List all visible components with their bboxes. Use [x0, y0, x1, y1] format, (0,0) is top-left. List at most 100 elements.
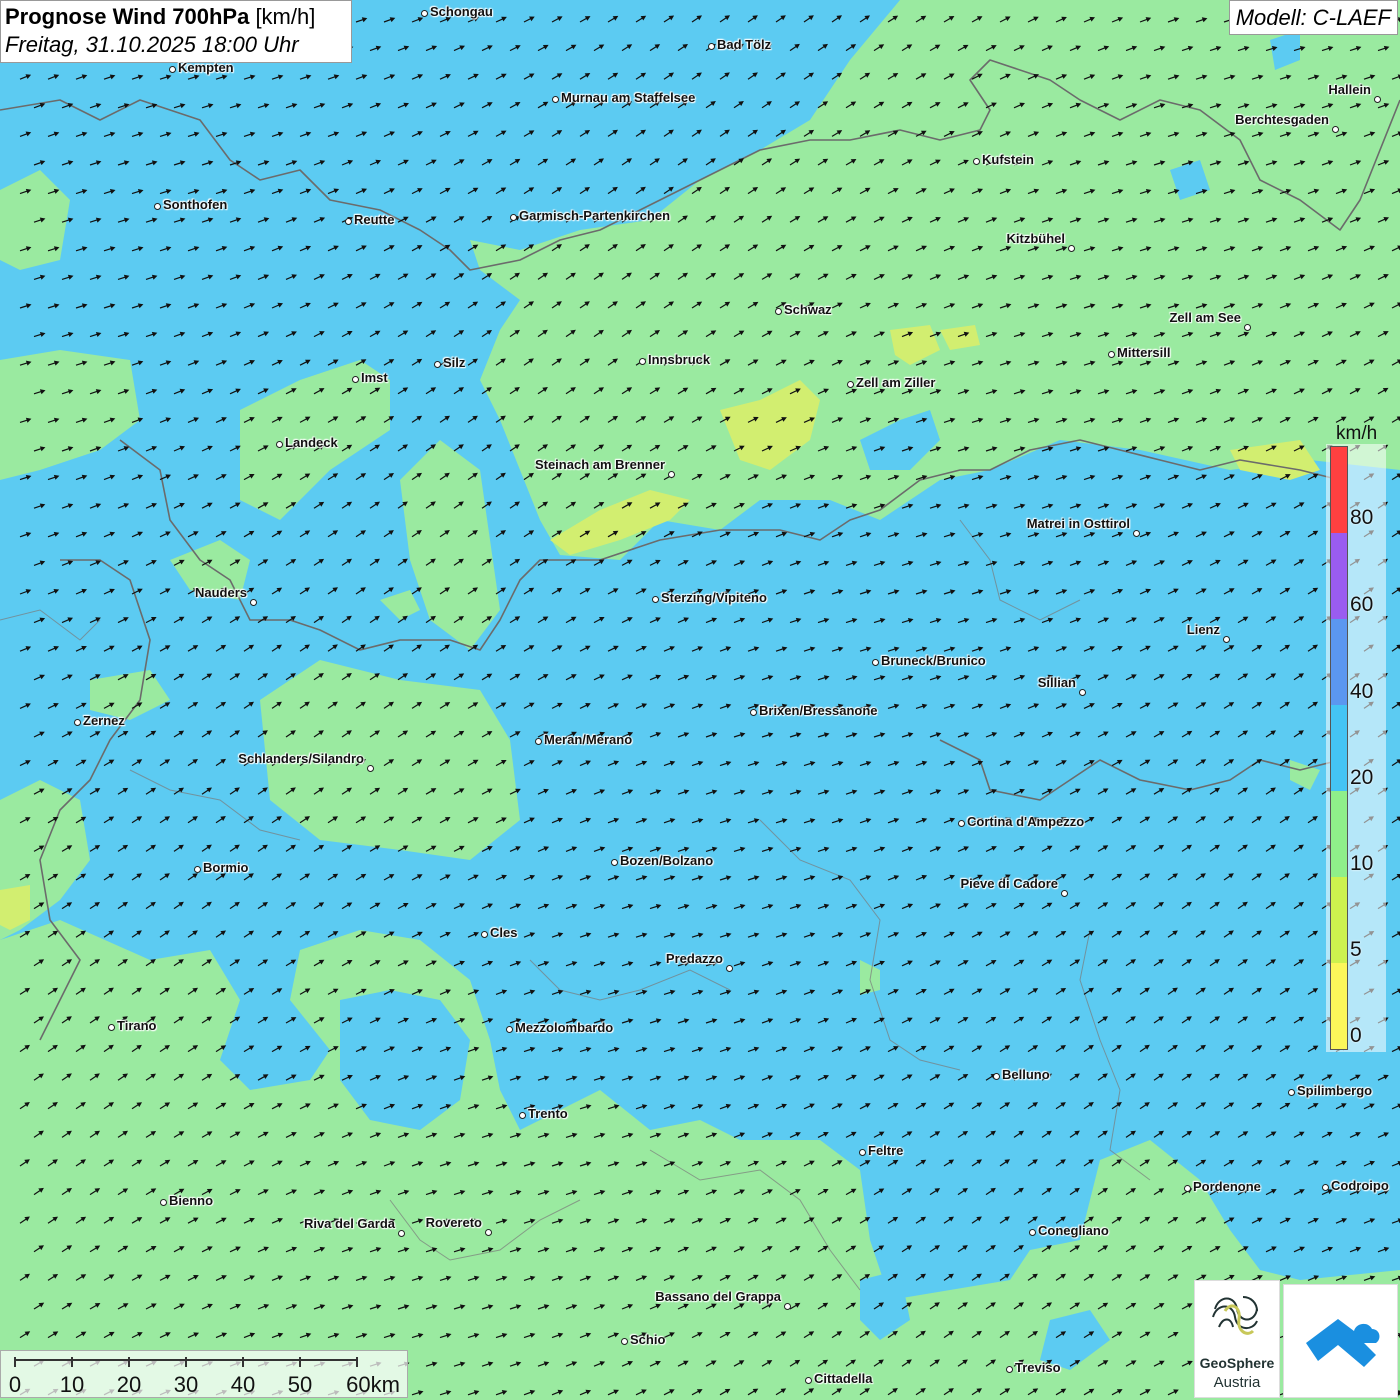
- city-label: Sonthofen: [163, 197, 228, 212]
- city-label: Feltre: [868, 1143, 904, 1158]
- city-label: Schio: [630, 1332, 666, 1347]
- geosphere-country: Austria: [1213, 1374, 1261, 1391]
- scale-label: 20: [116, 1372, 142, 1397]
- legend-segment: [1331, 533, 1347, 619]
- city-label: Kitzbühel: [1006, 231, 1066, 246]
- city-marker: [667, 470, 675, 478]
- map-title-unit: [km/h]: [255, 4, 316, 29]
- city-label: Landeck: [285, 435, 338, 450]
- city-label: Meran/Merano: [544, 732, 633, 747]
- city-marker: [725, 964, 733, 972]
- city-label: Garmisch-Partenkirchen: [519, 208, 671, 223]
- city-marker: [153, 202, 161, 210]
- city-label: Silz: [443, 355, 466, 370]
- city-marker: [509, 213, 517, 221]
- city-label: Bassano del Grappa: [655, 1289, 781, 1304]
- city-label: Pordenone: [1193, 1179, 1261, 1194]
- city-marker: [351, 375, 359, 383]
- city-marker: [1107, 350, 1115, 358]
- legend-segment: [1331, 447, 1347, 533]
- city-label: Belluno: [1002, 1067, 1050, 1082]
- city-marker: [1028, 1228, 1036, 1236]
- city-label: Sillian: [1037, 675, 1076, 690]
- city-marker: [783, 1302, 791, 1310]
- city-label: Zernez: [83, 713, 125, 728]
- city-marker: [366, 764, 374, 772]
- city-label: Pieve di Cadore: [960, 876, 1058, 891]
- scale-label: 10: [59, 1372, 85, 1397]
- scale-tick: [128, 1357, 130, 1367]
- city-marker: [858, 1148, 866, 1156]
- city-label: Bormio: [203, 860, 249, 875]
- legend-label: 5: [1350, 938, 1362, 961]
- city-label: Codroipo: [1331, 1178, 1389, 1193]
- scale-label: 30: [173, 1372, 199, 1397]
- geosphere-name: GeoSphere: [1199, 1355, 1275, 1371]
- city-marker: [344, 217, 352, 225]
- city-label: Berchtesgaden: [1235, 112, 1329, 127]
- scale-tick: [185, 1357, 187, 1367]
- city-label: Mittersill: [1117, 345, 1171, 360]
- city-label: Bad Tölz: [717, 37, 772, 52]
- city-marker: [620, 1337, 628, 1345]
- city-marker: [1078, 688, 1086, 696]
- city-marker: [168, 65, 176, 73]
- city-label: Riva del Garda: [303, 1216, 395, 1231]
- scale-tick: [242, 1357, 244, 1367]
- city-marker: [1222, 635, 1230, 643]
- scale-bar: 0 10 20 30 40 50 60km: [0, 1350, 408, 1398]
- scale-tick: [71, 1357, 73, 1367]
- geosphere-logo[interactable]: GeoSphere Austria: [1194, 1280, 1280, 1398]
- city-label: Innsbruck: [648, 352, 711, 367]
- legend-label: 80: [1350, 506, 1374, 529]
- city-label: Cles: [490, 925, 518, 940]
- city-marker: [871, 658, 879, 666]
- city-marker: [1183, 1184, 1191, 1192]
- city-label: Reutte: [354, 212, 395, 227]
- city-label: Schwaz: [784, 302, 832, 317]
- city-marker: [707, 42, 715, 50]
- city-marker: [433, 360, 441, 368]
- city-marker: [638, 357, 646, 365]
- city-marker: [1132, 529, 1140, 537]
- legend-label: 40: [1350, 680, 1374, 703]
- scale-label: 60km: [346, 1372, 400, 1397]
- city-label: Bienno: [169, 1193, 214, 1208]
- city-label: Murnau am Staffelsee: [561, 90, 696, 105]
- scale-tick: [356, 1357, 358, 1367]
- city-label: Hallein: [1328, 82, 1371, 97]
- legend-unit: km/h: [1336, 423, 1378, 444]
- city-marker: [1321, 1183, 1329, 1191]
- city-label: Schlanders/Silandro: [238, 751, 364, 766]
- city-label: Brixen/Bressanone: [759, 703, 878, 718]
- city-marker: [397, 1229, 405, 1237]
- city-label: Rovereto: [425, 1215, 482, 1230]
- city-marker: [249, 598, 257, 606]
- model-label: Modell: C-LAEF: [1228, 0, 1398, 35]
- city-marker: [774, 307, 782, 315]
- city-marker: [957, 819, 965, 827]
- weather-logo[interactable]: [1283, 1284, 1398, 1398]
- city-marker: [275, 440, 283, 448]
- city-marker: [159, 1198, 167, 1206]
- city-label: Treviso: [1015, 1360, 1061, 1375]
- city-marker: [484, 1228, 492, 1236]
- city-marker: [651, 595, 659, 603]
- scale-label: 40: [230, 1372, 256, 1397]
- city-label: Kufstein: [982, 152, 1034, 167]
- city-marker: [1005, 1365, 1013, 1373]
- city-label: Trento: [528, 1106, 568, 1121]
- city-marker: [518, 1111, 526, 1119]
- city-marker: [972, 157, 980, 165]
- legend-segment: [1331, 619, 1347, 705]
- legend-label: 10: [1350, 852, 1374, 875]
- city-label: Nauders: [194, 585, 247, 600]
- city-marker: [749, 708, 757, 716]
- city-marker: [1243, 323, 1251, 331]
- city-label: Tirano: [117, 1018, 157, 1033]
- city-label: Cittadella: [814, 1371, 873, 1386]
- city-label: Imst: [361, 370, 388, 385]
- scale-tick: [299, 1357, 301, 1367]
- city-label: Mezzolombardo: [515, 1020, 614, 1035]
- city-label: Conegliano: [1038, 1223, 1109, 1238]
